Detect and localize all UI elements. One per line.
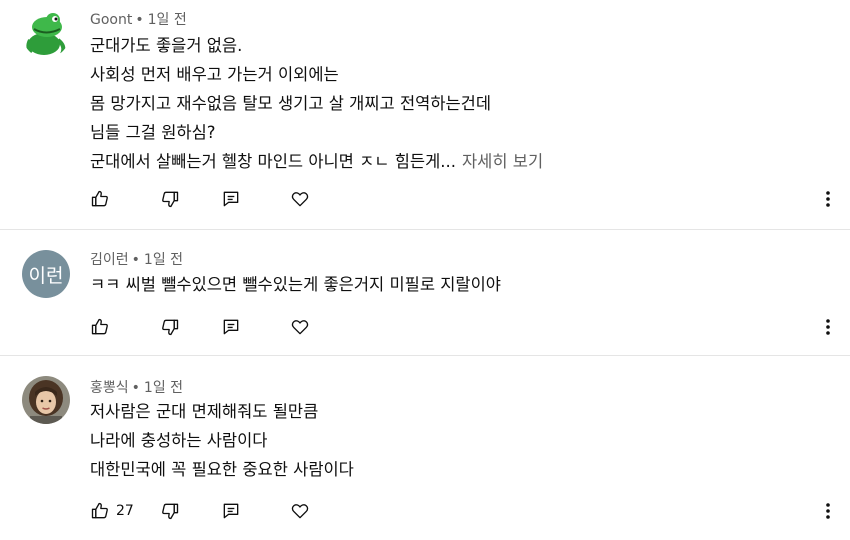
green-cartoon-avatar-icon (22, 10, 70, 58)
more-vert-icon (826, 503, 830, 519)
thumb-up-icon (91, 318, 108, 335)
comment-text: ㅋㅋ 씨벌 뺄수있으면 뺄수있는게 좋은거지 미필로 지랄이야 (90, 270, 501, 299)
more-options-button[interactable] (820, 318, 836, 340)
author-name[interactable]: Goont (90, 12, 132, 28)
comment-time[interactable]: 1일 전 (144, 380, 183, 396)
comment-time[interactable]: 1일 전 (148, 12, 187, 28)
comment-divider (0, 229, 850, 230)
like-button[interactable] (90, 316, 116, 338)
dislike-button[interactable] (160, 188, 180, 210)
heart-button[interactable] (290, 316, 310, 338)
comment-text: 군대가도 좋을거 없음. 사회성 먼저 배우고 가는거 이외에는 몸 망가지고 … (90, 31, 543, 176)
heart-icon (291, 192, 309, 207)
avatar[interactable] (22, 10, 70, 58)
dislike-button[interactable] (160, 500, 180, 522)
thumb-up-icon (91, 190, 108, 207)
avatar-initial: 이런 (28, 264, 64, 287)
avatar[interactable] (22, 376, 70, 424)
thumb-down-icon (162, 191, 179, 208)
heart-button[interactable] (290, 500, 310, 522)
reply-button[interactable] (221, 188, 241, 210)
thumb-down-icon (162, 503, 179, 520)
reply-icon (223, 503, 239, 519)
like-count: 27 (116, 503, 134, 519)
avatar[interactable]: 이런 (22, 250, 70, 298)
meta-separator: • (131, 252, 140, 268)
comment-time[interactable]: 1일 전 (144, 252, 183, 268)
comment-meta: 홍뽕식 • 1일 전 (90, 377, 183, 397)
comment-meta: Goont • 1일 전 (90, 9, 187, 29)
comment-text: 저사람은 군대 면제해줘도 될만큼 나라에 충성하는 사람이다 대한민국에 꼭 … (90, 397, 354, 484)
dislike-button[interactable] (160, 316, 180, 338)
thumb-down-icon (162, 319, 179, 336)
comment-line-last: 군대에서 살빼는거 헬창 마인드 아니면 ㅈㄴ 힘든게... 자세히 보기 (90, 147, 543, 176)
comment-line: 저사람은 군대 면제해줘도 될만큼 (90, 402, 319, 421)
reply-button[interactable] (221, 316, 241, 338)
comment-line: 몸 망가지고 재수없음 탈모 생기고 살 개찌고 전역하는건데 (90, 94, 492, 113)
reply-icon (223, 319, 239, 335)
comment-line: 나라에 충성하는 사람이다 (90, 431, 268, 450)
like-button[interactable]: 27 (90, 500, 134, 522)
heart-icon (291, 504, 309, 519)
meta-separator: • (131, 380, 140, 396)
heart-button[interactable] (290, 188, 310, 210)
more-options-button[interactable] (820, 190, 836, 212)
heart-icon (291, 320, 309, 335)
reply-icon (223, 191, 239, 207)
like-button[interactable] (90, 188, 116, 210)
more-vert-icon (826, 191, 830, 207)
more-vert-icon (826, 319, 830, 335)
comment-line: 대한민국에 꼭 필요한 중요한 사람이다 (90, 460, 354, 479)
comment-line: 님들 그걸 원하심? (90, 123, 216, 142)
thumb-up-icon (91, 502, 108, 519)
author-name[interactable]: 홍뽕식 (90, 380, 129, 396)
comment-line: 군대가도 좋을거 없음. (90, 36, 243, 55)
comment-line: ㅋㅋ 씨벌 뺄수있으면 뺄수있는게 좋은거지 미필로 지랄이야 (90, 275, 501, 294)
meta-separator: • (135, 12, 144, 28)
more-options-button[interactable] (820, 502, 836, 524)
read-more-link[interactable]: 자세히 보기 (462, 152, 543, 171)
comment-divider (0, 355, 850, 356)
photo-avatar-icon (22, 376, 70, 424)
reply-button[interactable] (221, 500, 241, 522)
author-name[interactable]: 김이런 (90, 252, 129, 268)
comment-line-text: 군대에서 살빼는거 헬창 마인드 아니면 ㅈㄴ 힘든게... (90, 152, 456, 171)
comment-line: 사회성 먼저 배우고 가는거 이외에는 (90, 65, 339, 84)
comment-meta: 김이런 • 1일 전 (90, 249, 183, 269)
